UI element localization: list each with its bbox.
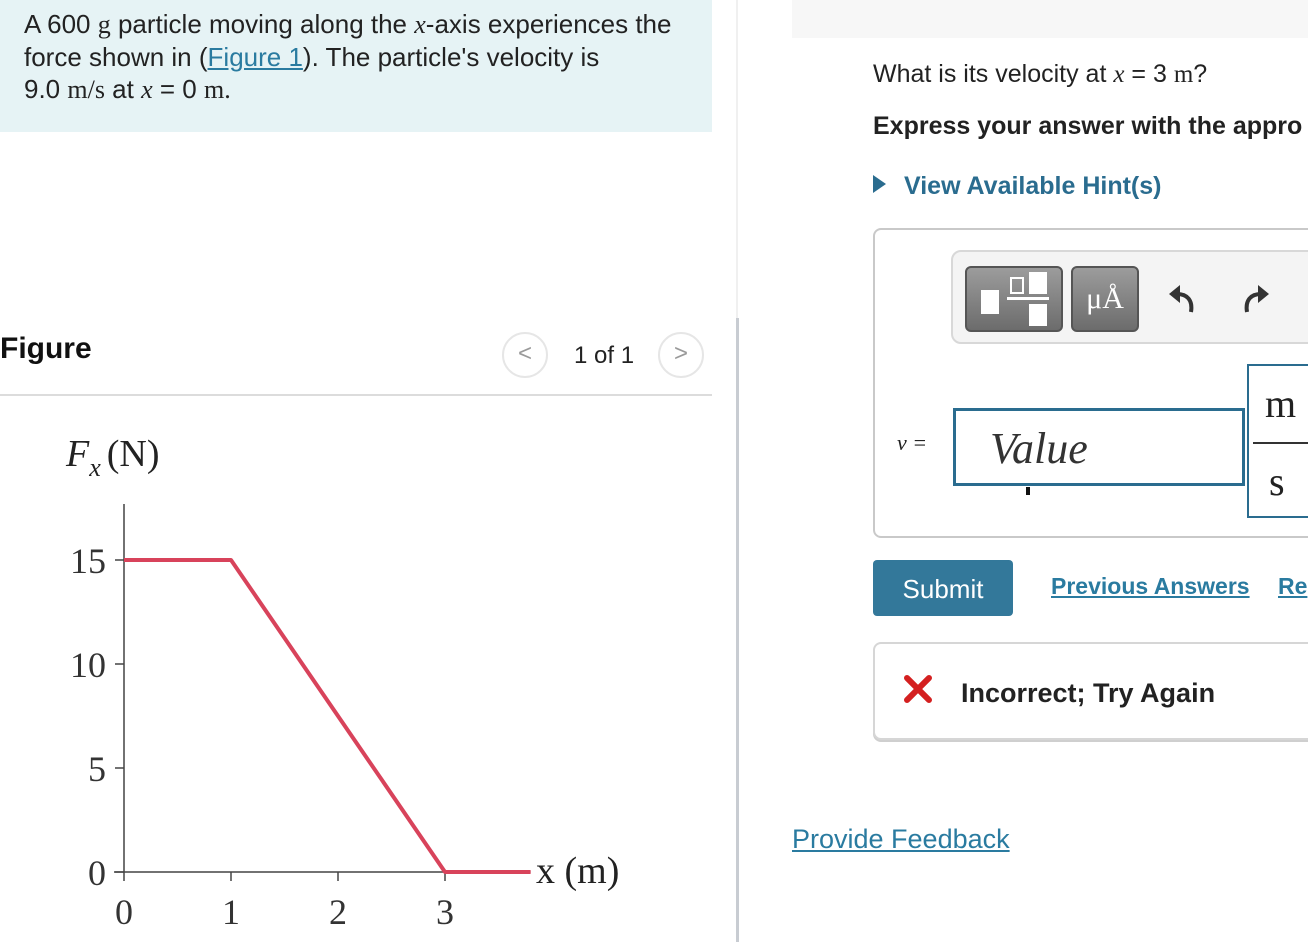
chevron-right-icon: > xyxy=(673,340,688,367)
view-hints-toggle[interactable]: View Available Hint(s) xyxy=(873,172,1161,201)
problem-statement: A 600 g particle moving along the x-axis… xyxy=(24,8,704,106)
text-cursor xyxy=(1026,487,1030,495)
y-axis-label: Fx (N) xyxy=(65,433,160,482)
unit-fraction-bar xyxy=(1253,442,1308,444)
figure-link[interactable]: Figure 1 xyxy=(208,42,303,72)
fraction-template-icon xyxy=(981,272,1049,326)
y-tick-label: 10 xyxy=(70,645,106,685)
problem-line-1: A 600 g particle moving along the x-axis… xyxy=(24,9,672,39)
templates-button[interactable] xyxy=(965,266,1063,332)
answer-unit-field[interactable]: m s xyxy=(1247,364,1308,518)
incorrect-x-icon xyxy=(904,675,932,703)
x-tick-label: 1 xyxy=(222,892,240,932)
problem-line-2: force shown in (Figure 1). The particle'… xyxy=(24,42,600,72)
figure-title: Figure xyxy=(0,332,92,365)
provide-feedback-link[interactable]: Provide Feedback xyxy=(792,824,1010,855)
y-tick-label: 0 xyxy=(88,853,106,893)
previous-answers-link[interactable]: Previous Answers xyxy=(1051,573,1250,600)
figure-page-indicator: 1 of 1 xyxy=(574,342,635,369)
answer-box: μÅ v = Value m s xyxy=(873,228,1308,538)
unit-denominator: s xyxy=(1269,459,1285,504)
chevron-left-icon: < xyxy=(517,340,532,367)
answer-instruction: Express your answer with the appro xyxy=(873,112,1303,140)
answer-value-input[interactable]: Value xyxy=(953,408,1245,495)
problem-statement-box: A 600 g particle moving along the x-axis… xyxy=(0,0,712,132)
problem-line-3: 9.0 m/s at x = 0 m. xyxy=(24,74,231,104)
x-tick-label: 2 xyxy=(329,892,347,932)
figure-pager: < 1 of 1 > xyxy=(502,332,712,380)
submit-button[interactable]: Submit xyxy=(873,560,1013,616)
request-answer-link[interactable]: Re xyxy=(1278,573,1307,600)
x-tick-label: 3 xyxy=(436,892,454,932)
unit-numerator: m xyxy=(1265,381,1297,426)
redo-icon[interactable] xyxy=(1237,282,1271,316)
question-header-band xyxy=(792,0,1308,38)
variable-label: v = xyxy=(897,430,928,455)
next-figure-button[interactable]: > xyxy=(658,332,704,378)
problem-panel: A 600 g particle moving along the x-axis… xyxy=(0,0,740,942)
force-curve xyxy=(124,558,531,874)
x-tick-label: 0 xyxy=(115,892,133,932)
question-text: What is its velocity at x = 3 m? xyxy=(873,60,1208,88)
question-panel: What is its velocity at x = 3 m? Express… xyxy=(740,0,1308,942)
prev-figure-button[interactable]: < xyxy=(502,332,548,378)
math-toolbar: μÅ xyxy=(951,250,1308,344)
undo-icon[interactable] xyxy=(1167,282,1201,316)
y-tick-label: 15 xyxy=(70,541,106,581)
panel-divider-accent xyxy=(736,318,739,942)
feedback-box: Incorrect; Try Again xyxy=(873,642,1308,740)
force-graph: 0 5 10 15 0 1 2 3 Fx (N) x (m) xyxy=(65,433,619,932)
graph-series xyxy=(124,558,531,874)
x-axis-label: x (m) xyxy=(536,850,619,892)
feedback-message: Incorrect; Try Again xyxy=(961,678,1216,708)
caret-right-icon xyxy=(873,175,886,193)
figure-divider xyxy=(0,394,712,396)
units-symbol-button[interactable]: μÅ xyxy=(1071,266,1139,332)
graph-ticks: 0 5 10 15 0 1 2 3 xyxy=(70,541,454,932)
y-tick-label: 5 xyxy=(88,749,106,789)
